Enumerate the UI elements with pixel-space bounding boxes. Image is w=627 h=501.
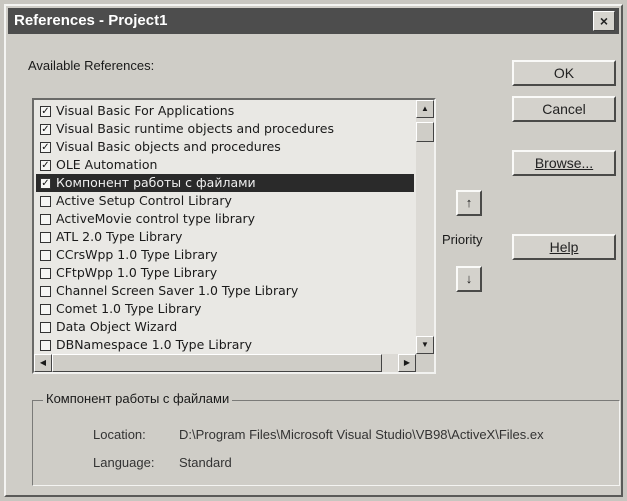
reference-checkbox[interactable] bbox=[40, 303, 51, 315]
priority-label: Priority bbox=[442, 232, 483, 247]
reference-label: CFtpWpp 1.0 Type Library bbox=[56, 265, 218, 280]
language-label: Language: bbox=[93, 455, 155, 470]
reference-label: Visual Basic objects and procedures bbox=[56, 139, 281, 154]
scroll-down-arrow-icon[interactable]: ▼ bbox=[416, 336, 434, 354]
reference-row[interactable]: Comet 1.0 Type Library bbox=[36, 300, 414, 318]
group-title: Компонент работы с файлами bbox=[43, 391, 233, 406]
reference-label: Visual Basic runtime objects and procedu… bbox=[56, 121, 334, 136]
reference-checkbox[interactable] bbox=[40, 267, 51, 279]
references-dialog: References - Project1 × Available Refere… bbox=[4, 4, 623, 497]
reference-label: Comet 1.0 Type Library bbox=[56, 301, 202, 316]
browse-button[interactable]: Browse... bbox=[512, 150, 616, 176]
reference-row[interactable]: Channel Screen Saver 1.0 Type Library bbox=[36, 282, 414, 300]
reference-row[interactable]: ATL 2.0 Type Library bbox=[36, 228, 414, 246]
language-value: Standard bbox=[179, 455, 232, 470]
reference-checkbox[interactable]: ✓ bbox=[40, 141, 51, 153]
reference-checkbox[interactable] bbox=[40, 339, 51, 351]
reference-label: Channel Screen Saver 1.0 Type Library bbox=[56, 283, 299, 298]
reference-checkbox[interactable] bbox=[40, 213, 51, 225]
help-button[interactable]: Help bbox=[512, 234, 616, 260]
reference-checkbox[interactable]: ✓ bbox=[40, 123, 51, 135]
scrollbar-corner bbox=[416, 354, 434, 372]
scroll-up-arrow-icon[interactable]: ▲ bbox=[416, 100, 434, 118]
priority-up-icon[interactable]: ↑ bbox=[456, 190, 482, 216]
location-value: D:\Program Files\Microsoft Visual Studio… bbox=[179, 427, 544, 442]
reference-checkbox[interactable]: ✓ bbox=[40, 105, 51, 117]
scroll-thumb[interactable] bbox=[416, 122, 434, 142]
reference-row[interactable]: ActiveMovie control type library bbox=[36, 210, 414, 228]
scroll-right-arrow-icon[interactable]: ▶ bbox=[398, 354, 416, 372]
vertical-scrollbar[interactable]: ▲ ▼ bbox=[416, 100, 434, 354]
reference-label: Data Object Wizard bbox=[56, 319, 178, 334]
hscroll-thumb[interactable] bbox=[52, 354, 382, 372]
browse-button-label: Browse... bbox=[534, 155, 594, 171]
reference-label: Компонент работы с файлами bbox=[56, 175, 256, 190]
reference-checkbox[interactable] bbox=[40, 285, 51, 297]
reference-row[interactable]: ✓ Visual Basic objects and procedures bbox=[36, 138, 414, 156]
location-label: Location: bbox=[93, 427, 146, 442]
reference-row[interactable]: ✓ Компонент работы с файлами bbox=[36, 174, 414, 192]
priority-down-icon[interactable]: ↓ bbox=[456, 266, 482, 292]
references-rows: ✓ Visual Basic For Applications ✓ Visual Ba… bbox=[36, 102, 414, 354]
reference-checkbox[interactable] bbox=[40, 195, 51, 207]
reference-checkbox[interactable]: ✓ bbox=[40, 177, 51, 189]
ok-button[interactable]: OK bbox=[512, 60, 616, 86]
reference-checkbox[interactable] bbox=[40, 231, 51, 243]
reference-row[interactable]: Data Object Wizard bbox=[36, 318, 414, 336]
reference-label: DBNamespace 1.0 Type Library bbox=[56, 337, 252, 352]
scroll-left-arrow-icon[interactable]: ◀ bbox=[34, 354, 52, 372]
reference-label: Visual Basic For Applications bbox=[56, 103, 235, 118]
horizontal-scrollbar[interactable]: ◀ ▶ bbox=[34, 354, 416, 372]
reference-label: ActiveMovie control type library bbox=[56, 211, 256, 226]
help-button-label: Help bbox=[549, 239, 579, 255]
references-list[interactable]: ✓ Visual Basic For Applications ✓ Visual Ba… bbox=[32, 98, 436, 374]
reference-row[interactable]: Active Setup Control Library bbox=[36, 192, 414, 210]
reference-checkbox[interactable] bbox=[40, 249, 51, 261]
reference-checkbox[interactable] bbox=[40, 321, 51, 333]
reference-details-group: Компонент работы с файлами Location: D:\… bbox=[32, 391, 620, 486]
reference-row[interactable]: ✓ OLE Automation bbox=[36, 156, 414, 174]
reference-label: OLE Automation bbox=[56, 157, 158, 172]
cancel-button[interactable]: Cancel bbox=[512, 96, 616, 122]
close-icon[interactable]: × bbox=[593, 11, 615, 31]
reference-row[interactable]: ✓ Visual Basic For Applications bbox=[36, 102, 414, 120]
reference-checkbox[interactable]: ✓ bbox=[40, 159, 51, 171]
reference-label: CCrsWpp 1.0 Type Library bbox=[56, 247, 218, 262]
reference-label: Active Setup Control Library bbox=[56, 193, 232, 208]
available-references-label: Available References: bbox=[28, 58, 155, 73]
reference-row[interactable]: CCrsWpp 1.0 Type Library bbox=[36, 246, 414, 264]
title-bar: References - Project1 × bbox=[8, 8, 619, 34]
reference-row[interactable]: DBNamespace 1.0 Type Library bbox=[36, 336, 414, 354]
reference-row[interactable]: CFtpWpp 1.0 Type Library bbox=[36, 264, 414, 282]
dialog-title: References - Project1 bbox=[14, 12, 168, 29]
reference-label: ATL 2.0 Type Library bbox=[56, 229, 183, 244]
reference-row[interactable]: ✓ Visual Basic runtime objects and proced… bbox=[36, 120, 414, 138]
